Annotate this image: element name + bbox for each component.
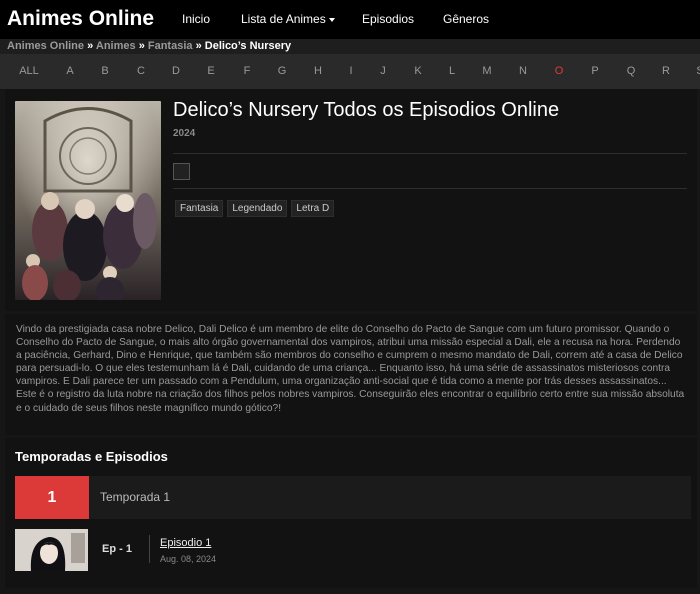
breadcrumb: Animes Online » Animes » Fantasia » Deli… [0,39,700,54]
season-label: Temporada 1 [100,490,171,504]
letter-filter-r[interactable]: R [662,65,670,77]
letter-filter-n[interactable]: N [519,65,527,77]
letter-filter-p[interactable]: P [591,65,598,77]
letter-filter-a[interactable]: A [66,65,73,77]
breadcrumb-link-fantasia[interactable]: Fantasia [148,40,193,52]
chevron-down-icon [328,17,335,22]
top-navbar: Animes Online Inicio Lista de Animes Epi… [0,0,700,39]
anime-synopsis: Vindo da prestigiada casa nobre Delico, … [5,314,697,435]
divider [173,188,687,189]
episode-title-link[interactable]: Episodio 1 [160,537,211,549]
nav-item-lista-label: Lista de Animes [241,12,326,26]
episode-thumbnail[interactable] [15,529,88,571]
breadcrumb-link-animes[interactable]: Animes [96,40,136,52]
season-number-badge: 1 [15,476,89,519]
seasons-heading: Temporadas e Episodios [15,449,168,464]
favorite-checkbox[interactable] [173,163,190,180]
letter-filter-o[interactable]: O [555,65,564,77]
letter-filter-i[interactable]: I [349,65,352,77]
episode-row[interactable]: Ep - 1 Episodio 1 Aug. 08, 2024 [15,529,691,573]
letter-filter-c[interactable]: C [137,65,145,77]
nav-item-inicio[interactable]: Inicio [182,12,210,26]
breadcrumb-separator: » [87,40,94,52]
divider [149,535,150,563]
letter-filter-e[interactable]: E [207,65,214,77]
breadcrumb-link-home[interactable]: Animes Online [7,40,84,52]
letter-filter-h[interactable]: H [314,65,322,77]
genre-tags: Fantasia Legendado Letra D [175,200,335,217]
letter-filter-bar: ALL A B C D E F G H I J K L M N O P Q R … [0,54,700,89]
genre-tag[interactable]: Legendado [227,200,288,217]
season-row[interactable]: 1 Temporada 1 [15,476,691,519]
anime-poster [15,101,161,300]
episode-number: Ep - 1 [102,543,132,555]
episode-date: Aug. 08, 2024 [160,554,217,564]
letter-filter-b[interactable]: B [101,65,108,77]
letter-filter-g[interactable]: G [278,65,287,77]
letter-filter-s[interactable]: S [696,65,700,77]
breadcrumb-separator: » [138,40,145,52]
letter-filter-m[interactable]: M [482,65,491,77]
letter-filter-all[interactable]: ALL [19,65,39,77]
breadcrumb-separator: » [195,40,202,52]
anime-info-panel: Delico’s Nursery Todos os Episodios Onli… [5,89,697,311]
letter-filter-d[interactable]: D [172,65,180,77]
breadcrumb-current: Delico’s Nursery [204,40,292,52]
anime-year: 2024 [173,128,196,139]
letter-filter-j[interactable]: J [380,65,386,77]
nav-item-episodios[interactable]: Episodios [362,12,414,26]
divider [173,153,687,154]
genre-tag[interactable]: Fantasia [175,200,224,217]
anime-title: Delico’s Nursery Todos os Episodios Onli… [173,99,560,121]
letter-filter-k[interactable]: K [414,65,421,77]
genre-tag[interactable]: Letra D [291,200,335,217]
letter-filter-l[interactable]: L [449,65,455,77]
nav-item-lista-de-animes[interactable]: Lista de Animes [241,12,335,26]
letter-filter-q[interactable]: Q [627,65,636,77]
nav-item-generos[interactable]: Gêneros [443,12,489,26]
site-logo[interactable]: Animes Online [7,7,154,31]
letter-filter-f[interactable]: F [244,65,251,77]
seasons-panel: Temporadas e Episodios 1 Temporada 1 Ep … [5,438,697,588]
